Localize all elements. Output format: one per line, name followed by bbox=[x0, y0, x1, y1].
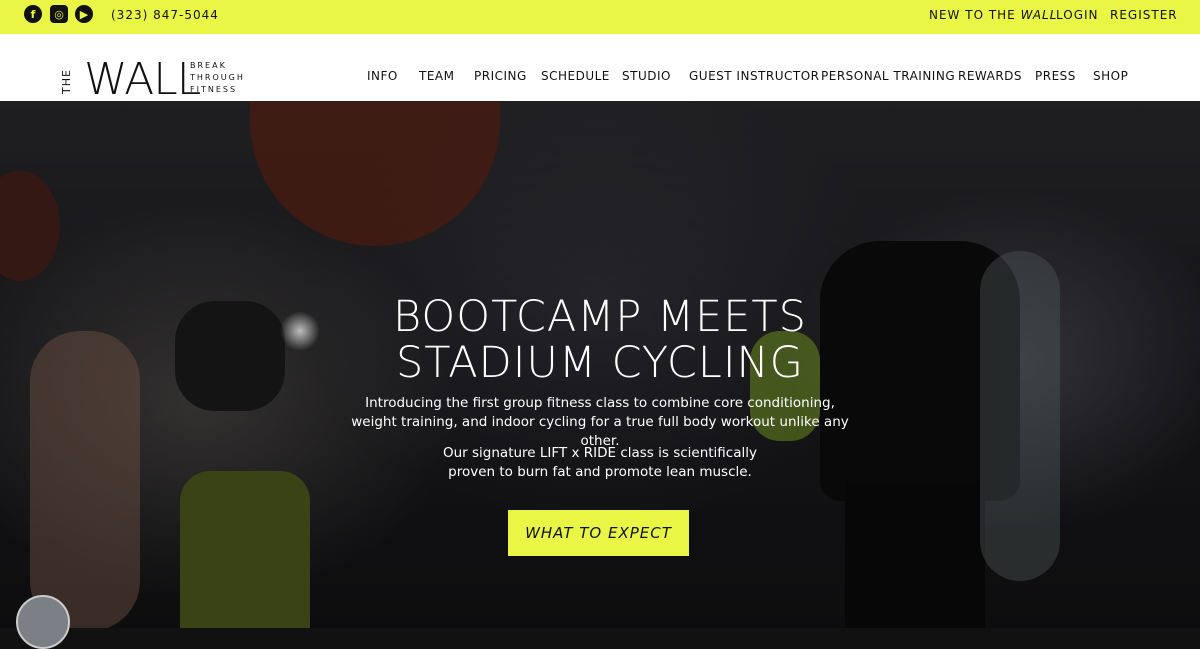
hero-title-line1: BOOTCAMP MEETS bbox=[393, 292, 807, 342]
avatar[interactable] bbox=[16, 595, 70, 649]
nav-schedule[interactable]: SCHEDULE bbox=[541, 69, 610, 83]
nav-press[interactable]: PRESS bbox=[1035, 69, 1076, 83]
nav-studio[interactable]: STUDIO bbox=[622, 69, 671, 83]
what-to-expect-button[interactable]: WHAT TO EXPECT bbox=[508, 510, 689, 556]
new-to-the-label: NEW TO THE bbox=[929, 8, 1021, 22]
youtube-icon[interactable]: ▶ bbox=[75, 5, 93, 23]
nav-guest-instructor[interactable]: GUEST INSTRUCTOR bbox=[689, 69, 820, 83]
nav-rewards[interactable]: REWARDS bbox=[958, 69, 1022, 83]
hero-signature-line2: proven to burn fat and promote lean musc… bbox=[448, 464, 752, 480]
hero-intro-line1: Introducing the first group fitness clas… bbox=[365, 395, 835, 411]
register-link[interactable]: REGISTER bbox=[1110, 8, 1178, 22]
nav-personal-training[interactable]: PERSONAL TRAINING bbox=[821, 69, 955, 83]
site-header: THE WALL BREAK THROUGH FITNESS INFO TEAM… bbox=[0, 34, 1200, 105]
hero-title-line2: STADIUM CYCLING bbox=[395, 338, 804, 388]
nav-pricing[interactable]: PRICING bbox=[474, 69, 527, 83]
hero-signature-line1: Our signature LIFT x RIDE class is scien… bbox=[442, 445, 757, 461]
wall-label: WALL bbox=[1020, 8, 1058, 22]
nav-shop[interactable]: SHOP bbox=[1093, 69, 1128, 83]
logo-wall: WALL bbox=[84, 54, 201, 105]
phone-number[interactable]: (323) 847-5044 bbox=[111, 8, 219, 22]
login-link[interactable]: LOGIN bbox=[1056, 8, 1099, 22]
nav-info[interactable]: INFO bbox=[367, 69, 398, 83]
logo-tag-break: BREAK bbox=[190, 61, 227, 70]
nav-team[interactable]: TEAM bbox=[419, 69, 454, 83]
logo-tag-fitness: FITNESS bbox=[190, 85, 238, 94]
new-to-the-wall-link[interactable]: NEW TO THE WALL bbox=[929, 8, 1057, 22]
logo-tag-through: THROUGH bbox=[190, 73, 245, 82]
facebook-icon[interactable]: f bbox=[24, 5, 42, 23]
instagram-icon[interactable]: ◎ bbox=[50, 5, 68, 23]
logo-tagline: BREAK THROUGH FITNESS bbox=[190, 60, 245, 96]
logo-the: THE bbox=[60, 69, 73, 94]
top-utility-bar: f ◎ ▶ (323) 847-5044 NEW TO THE WALL LOG… bbox=[0, 0, 1200, 34]
